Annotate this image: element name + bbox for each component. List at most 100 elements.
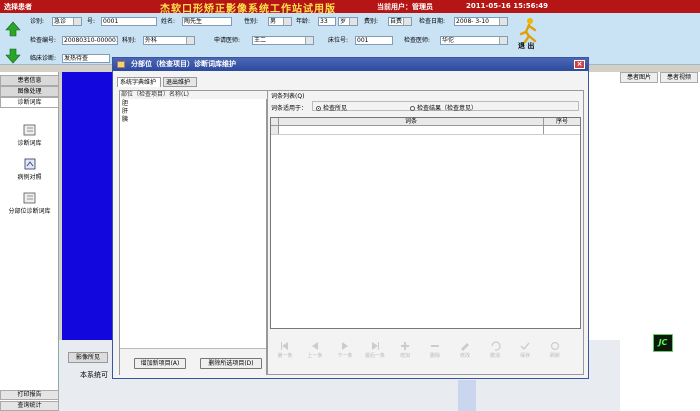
age-label: 年龄: <box>296 18 311 25</box>
exit-button[interactable]: 退 出 <box>514 15 544 51</box>
toolbar-label: 上一条 <box>307 353 323 359</box>
exam-id-field[interactable]: 20080310-000001 <box>62 36 118 45</box>
fee-type-select[interactable]: 自费 <box>388 17 412 26</box>
sidebar-item-part-lexicon[interactable]: 分部位诊断词库 <box>0 192 59 215</box>
tab-diagnosis-lexicon[interactable]: 诊断词库 <box>0 97 59 108</box>
next-icon <box>342 342 348 350</box>
last-icon <box>372 342 379 350</box>
tab-patient-videos[interactable]: 患者视频 <box>660 72 698 83</box>
radio-dot <box>410 106 415 111</box>
radio-findings[interactable]: 检查所见 <box>316 103 347 112</box>
sidebar-item-diagnosis-lexicon[interactable]: 诊断词库 <box>0 124 59 147</box>
fee-type-label: 费别: <box>364 18 379 25</box>
query-statistics-button[interactable]: 查询统计 <box>0 401 59 411</box>
column-header-order[interactable]: 序号 <box>544 118 580 125</box>
bed-number-label: 床位号: <box>328 37 349 44</box>
tab-exit-maintenance[interactable]: 退出维护 <box>163 77 197 87</box>
radio-results[interactable]: 检查结果（检查意见） <box>410 103 477 112</box>
check-icon <box>520 342 530 351</box>
add-record-button[interactable]: 增加 <box>392 341 418 359</box>
name-field[interactable]: 陶先生 <box>182 17 232 26</box>
age-unit-select[interactable]: 岁 <box>338 17 358 26</box>
report-text: 本系统可 <box>80 371 108 379</box>
toolbar-label: 刷新 <box>549 353 560 359</box>
tab-patient-info[interactable]: 患者信息 <box>0 75 59 86</box>
toolbar-label: 撤消 <box>489 353 500 359</box>
toolbar-label: 删除 <box>429 353 440 359</box>
refresh-record-button[interactable]: 刷新 <box>542 341 568 359</box>
prev-icon <box>312 342 318 350</box>
running-man-icon <box>519 18 537 43</box>
list-item[interactable]: 肝 <box>122 108 128 116</box>
exam-id-label: 检查编号: <box>30 37 57 44</box>
save-record-button[interactable]: 保存 <box>512 341 538 359</box>
first-record-button[interactable]: 第一条 <box>272 341 298 359</box>
right-panel: 患者图片 患者视频 <box>620 72 700 411</box>
order-cell[interactable] <box>544 126 580 134</box>
parts-list[interactable]: 胆 肝 胰 <box>122 100 128 124</box>
parts-button-bar: 增加新项目(A) 删除所选项目(D) <box>120 348 266 375</box>
current-user: 当前用户：管理员 <box>377 3 433 11</box>
grid-header: 词条 序号 <box>271 118 580 126</box>
clinical-diagnosis-field[interactable]: 发热待查 <box>62 54 110 63</box>
next-record-button[interactable]: 下一条 <box>332 341 358 359</box>
row-indicator <box>271 126 279 134</box>
arrow-up-icon[interactable] <box>5 21 21 37</box>
number-label: 号: <box>87 18 96 25</box>
toolbar-label: 最后一条 <box>364 353 385 359</box>
close-icon[interactable]: × <box>574 60 585 69</box>
sidebar-item-label: 分部位诊断词库 <box>8 208 51 215</box>
case-icon <box>24 158 35 170</box>
exam-doctor-select[interactable]: 华佗 <box>440 36 508 45</box>
exam-doctor-label: 检查医师: <box>404 37 431 44</box>
toolbar-label: 保存 <box>519 353 530 359</box>
toolbar-label: 增加 <box>399 353 410 359</box>
name-label: 姓名: <box>161 18 176 25</box>
dialog-title: 分部位（检查项目）诊断词库维护 <box>131 60 236 68</box>
undo-record-button[interactable]: 撤消 <box>482 341 508 359</box>
sidebar-item-label: 病例对照 <box>17 174 42 181</box>
tab-image-processing[interactable]: 图像处理 <box>0 86 59 97</box>
edit-record-button[interactable]: 修改 <box>452 341 478 359</box>
image-viewer-area <box>62 72 114 340</box>
exam-date-label: 检查日期: <box>419 18 446 25</box>
list-item[interactable]: 胆 <box>122 100 128 108</box>
tab-dictionary-maintenance[interactable]: 系统字典维护 <box>117 77 161 87</box>
term-cell[interactable] <box>279 126 544 134</box>
plus-icon <box>401 342 409 350</box>
tab-patient-images[interactable]: 患者图片 <box>620 72 658 83</box>
radio-dot <box>316 106 321 111</box>
dialog-title-bar: 分部位（检查项目）诊断词库维护 × <box>113 58 588 71</box>
table-row[interactable] <box>271 126 580 135</box>
department-select[interactable]: 外科 <box>143 36 195 45</box>
apply-label: 词条适用于： <box>271 105 308 112</box>
requesting-doctor-select[interactable]: 王二 <box>252 36 314 45</box>
select-patient-label[interactable]: 选择患者 <box>4 2 32 12</box>
parts-caption: 部位（检查项目）名称(L) <box>121 91 267 99</box>
gender-select[interactable]: 男 <box>268 17 292 26</box>
sidebar-item-case-comparison[interactable]: 病例对照 <box>0 158 59 181</box>
toolbar-label: 修改 <box>459 353 470 359</box>
column-header-term[interactable]: 词条 <box>279 118 544 125</box>
prev-record-button[interactable]: 上一条 <box>302 341 328 359</box>
last-record-button[interactable]: 最后一条 <box>362 341 388 359</box>
add-item-button[interactable]: 增加新项目(A) <box>134 358 186 369</box>
radio-label: 检查所见 <box>323 105 348 112</box>
parts-pane: 部位（检查项目）名称(L) 胆 肝 胰 增加新项目(A) 删除所选项目(D) <box>119 90 267 375</box>
book-icon <box>23 124 35 136</box>
radio-label: 检查结果（检查意见） <box>417 105 478 112</box>
clinic-type-select[interactable]: 急诊 <box>52 17 82 26</box>
delete-record-button[interactable]: 删除 <box>422 341 448 359</box>
list-item[interactable]: 胰 <box>122 116 128 124</box>
exam-date-picker[interactable]: 2008- 3-10 <box>454 17 508 26</box>
terms-grid[interactable]: 词条 序号 <box>270 117 581 329</box>
minus-icon <box>431 345 439 347</box>
number-field[interactable]: 0001 <box>101 17 157 26</box>
arrow-down-icon[interactable] <box>5 48 21 64</box>
age-field[interactable]: 33 <box>318 17 336 26</box>
bed-number-field[interactable]: 001 <box>355 36 393 45</box>
gender-label: 性别: <box>244 18 259 25</box>
findings-button[interactable]: 影像所见 <box>68 352 108 363</box>
delete-item-button[interactable]: 删除所选项目(D) <box>200 358 262 369</box>
print-report-button[interactable]: 打印报告 <box>0 390 59 400</box>
